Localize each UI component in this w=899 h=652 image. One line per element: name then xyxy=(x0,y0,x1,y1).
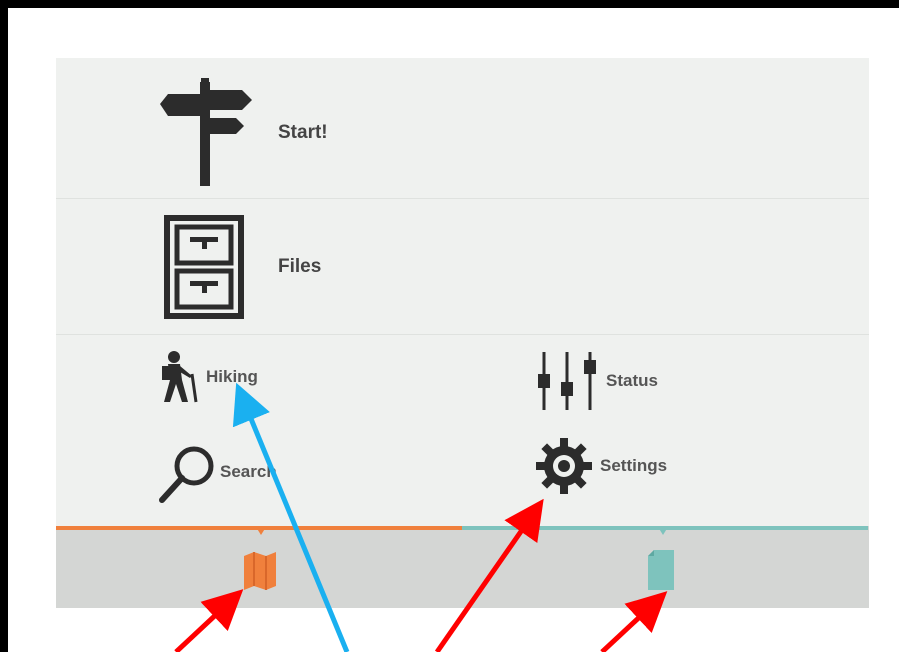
files-label: Files xyxy=(278,255,322,277)
tab-document[interactable] xyxy=(462,526,868,608)
bottom-tab-bar xyxy=(56,526,869,608)
search-label: Search xyxy=(220,462,277,481)
grid-item-search[interactable]: Search xyxy=(156,440,277,504)
menu-item-start[interactable]: Start! xyxy=(56,68,869,199)
settings-label: Settings xyxy=(600,456,668,475)
map-icon xyxy=(244,552,276,590)
tab-indicator-notch xyxy=(256,527,266,535)
screenshot-page: Start! Files Hiking Status Search Settin… xyxy=(8,8,899,652)
tab-indicator-notch xyxy=(658,527,668,535)
file-cabinet-icon xyxy=(164,215,244,319)
grid-item-settings[interactable]: Settings xyxy=(534,436,667,496)
hiking-label: Hiking xyxy=(206,367,258,386)
gear-icon xyxy=(536,438,592,494)
hiker-icon xyxy=(162,351,198,403)
grid-item-status[interactable]: Status xyxy=(534,350,658,412)
grid-item-hiking[interactable]: Hiking xyxy=(156,350,258,404)
tab-map[interactable] xyxy=(56,526,462,608)
signpost-icon xyxy=(160,78,252,186)
equalizer-icon xyxy=(538,352,596,410)
start-label: Start! xyxy=(278,122,328,143)
app-screen: Start! Files Hiking Status Search Settin… xyxy=(56,58,869,608)
search-icon xyxy=(159,446,214,503)
status-label: Status xyxy=(606,371,658,390)
document-icon xyxy=(648,550,674,590)
menu-item-files[interactable]: Files xyxy=(56,199,869,335)
